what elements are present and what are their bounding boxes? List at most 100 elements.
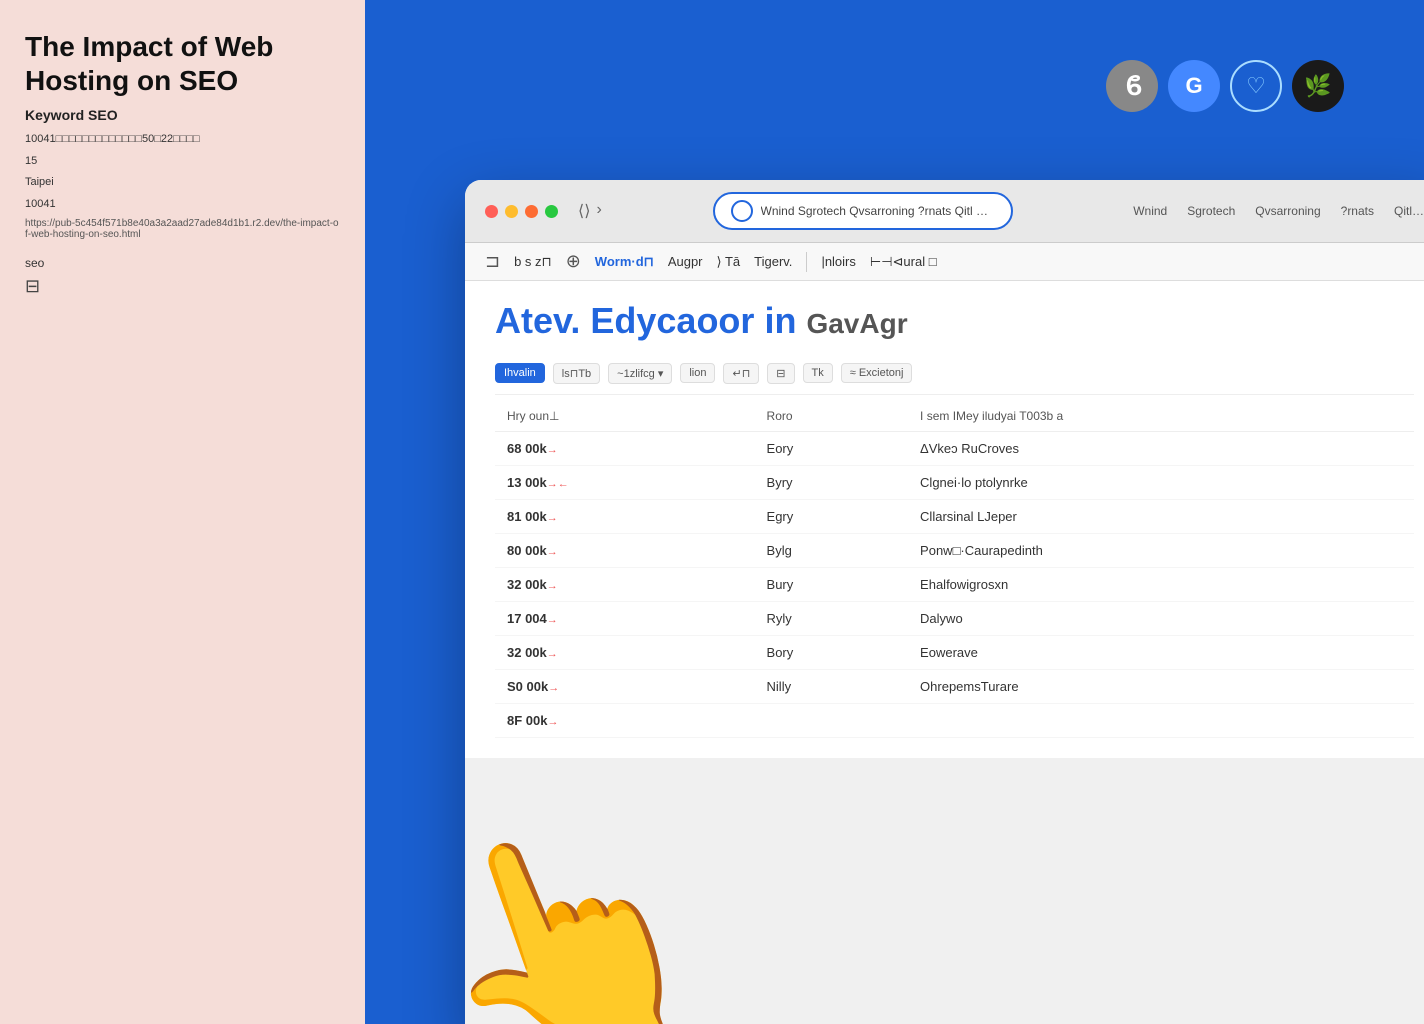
sidebar-subtitle: Keyword SEO xyxy=(25,107,340,123)
cell-num: 68 00k→ xyxy=(495,431,755,465)
data-table: Hry oun⊥ Roro I sem IMey iludyai T003b a… xyxy=(495,401,1414,738)
col-header-desc: I sem IMey iludyai T003b a xyxy=(908,401,1414,432)
table-header-row: Hry oun⊥ Roro I sem IMey iludyai T003b a xyxy=(495,401,1414,432)
tab-nav-3: Qvsarroning xyxy=(1255,204,1320,218)
toolbar-icon-2[interactable]: ⊕ xyxy=(566,251,581,272)
table-row: 32 00k→ Bury Ehalfowigrosxn xyxy=(495,567,1414,601)
sidebar-meta-line2: 15 xyxy=(25,153,340,171)
page-heading-part2: Edycaoor xyxy=(590,300,754,341)
table-row: 81 00k→ Egry Cllarsinal LJeper xyxy=(495,499,1414,533)
toolbar-tiger[interactable]: Tigerv. xyxy=(754,254,792,269)
toolbar-nloirs[interactable]: |nloirs xyxy=(821,254,855,269)
cell-num: 32 00k→ xyxy=(495,635,755,669)
cell-num: S0 00k→ xyxy=(495,669,755,703)
cell-col3: Ponw□·Caurapedinth xyxy=(908,533,1414,567)
tab-nav-2: Sgrotech xyxy=(1187,204,1235,218)
cell-col2: Eory xyxy=(755,431,909,465)
cell-col3: Cllarsinal LJeper xyxy=(908,499,1414,533)
toolbar-label-1[interactable]: b s z⊓ xyxy=(514,254,552,270)
traffic-dot-red[interactable] xyxy=(485,205,498,218)
browser-toolbar: ⊐ b s z⊓ ⊕ Worm·d⊓ Augpr ⟩ Tā Tigerv. |n… xyxy=(465,243,1424,281)
cell-col3: Ehalfowigrosxn xyxy=(908,567,1414,601)
filter-tab-enter[interactable]: ↵⊓ xyxy=(723,363,759,384)
nav-forward[interactable]: › xyxy=(596,201,601,221)
cell-col2: Nilly xyxy=(755,669,909,703)
cell-col3: Dalywo xyxy=(908,601,1414,635)
table-row: 13 00k→← Byry Clgnei·lo ptolynrke xyxy=(495,465,1414,499)
sidebar-meta-line1: 10041□□□□□□□□□□□□□50□22□□□□ xyxy=(25,131,340,149)
filter-tab-lstb[interactable]: ls⊓Tb xyxy=(553,363,600,384)
cell-col2: Bury xyxy=(755,567,909,601)
browser-chrome: ⟨⟩ › Wnind Sgrotech Qvsarroning ?rnats Q… xyxy=(465,180,1424,243)
sidebar-title: The Impact of Web Hosting on SEO xyxy=(25,30,340,97)
cell-col2: Ryly xyxy=(755,601,909,635)
cell-col3 xyxy=(908,703,1414,737)
page-heading: Atev. Edycaoor in GavAgr xyxy=(495,301,1414,341)
filter-tab-lion[interactable]: lion xyxy=(680,363,715,383)
filter-tab-box[interactable]: ⊟ xyxy=(767,363,794,384)
toolbar-separator xyxy=(806,252,807,272)
filter-tab-tk[interactable]: Tk xyxy=(803,363,833,383)
top-icon-2: G xyxy=(1168,60,1220,112)
filter-tab-dropdown[interactable]: ~1zlifcg ▾ xyxy=(608,363,672,384)
tab-nav-4: ?rnats xyxy=(1341,204,1374,218)
toolbar-ural[interactable]: ⊢⊣⊲ural □ xyxy=(870,254,937,270)
cell-col3: ΔVkeɔ RuCroves xyxy=(908,431,1414,465)
cell-num: 13 00k→← xyxy=(495,465,755,499)
filter-row: Ihvalin ls⊓Tb ~1zlifcg ▾ lion ↵⊓ ⊟ Tk ≈ … xyxy=(495,357,1414,395)
page-heading-suffix: GavAgr xyxy=(806,308,907,339)
nav-arrows[interactable]: ⟨⟩ › xyxy=(578,201,602,221)
sidebar-url[interactable]: https://pub-5c454f571b8e40a3a2aad27ade84… xyxy=(25,218,340,240)
cell-col3: Clgnei·lo ptolynrke xyxy=(908,465,1414,499)
traffic-lights xyxy=(485,205,558,218)
filter-tab-invalid[interactable]: Ihvalin xyxy=(495,363,545,383)
cell-num: 80 00k→ xyxy=(495,533,755,567)
table-row: 8F 00k→ xyxy=(495,703,1414,737)
top-icon-3: ♡ xyxy=(1230,60,1282,112)
address-text: Wnind Sgrotech Qvsarroning ?rnats Qitl … xyxy=(761,204,988,218)
traffic-dot-yellow[interactable] xyxy=(505,205,518,218)
col-header-num: Hry oun⊥ xyxy=(495,401,755,432)
top-icon-1: ϐ xyxy=(1106,60,1158,112)
table-row: 80 00k→ Bylg Ponw□·Caurapedinth xyxy=(495,533,1414,567)
filter-tab-exc[interactable]: ≈ Excietonj xyxy=(841,363,913,383)
browser-tabs-nav: Wnind Sgrotech Qvsarroning ?rnats Qitl… xyxy=(1133,204,1424,218)
sidebar-tag: seo xyxy=(25,256,340,270)
col-header-roro: Roro xyxy=(755,401,909,432)
cell-col3: Eowerave xyxy=(908,635,1414,669)
cell-col2: Egry xyxy=(755,499,909,533)
traffic-dot-green[interactable] xyxy=(545,205,558,218)
top-icons-group: ϐ G ♡ 🌿 xyxy=(1106,60,1344,112)
sidebar-meta-zip: 10041 xyxy=(25,196,340,214)
table-row: 32 00k→ Bory Eowerave xyxy=(495,635,1414,669)
cell-num: 81 00k→ xyxy=(495,499,755,533)
toolbar-augpr[interactable]: Augpr xyxy=(668,254,703,269)
sidebar-icon: ⊟ xyxy=(25,276,340,297)
main-area: ϐ G ♡ 🌿 ⟨⟩ › Wnind Sg xyxy=(365,0,1424,1024)
cell-num: 17 004→ xyxy=(495,601,755,635)
table-row: 68 00k→ Eory ΔVkeɔ RuCroves xyxy=(495,431,1414,465)
toolbar-worm[interactable]: Worm·d⊓ xyxy=(595,254,654,270)
table-row: 17 004→ Ryly Dalywo xyxy=(495,601,1414,635)
table-row: S0 00k→ Nilly OhrepemsTurare xyxy=(495,669,1414,703)
sidebar: The Impact of Web Hosting on SEO Keyword… xyxy=(0,0,365,1024)
address-bar[interactable]: Wnind Sgrotech Qvsarroning ?rnats Qitl … xyxy=(713,192,1013,230)
cell-col2: Byry xyxy=(755,465,909,499)
top-icon-4: 🌿 xyxy=(1292,60,1344,112)
cell-col3: OhrepemsTurare xyxy=(908,669,1414,703)
tab-nav-5: Qitl… xyxy=(1394,204,1424,218)
cell-col2 xyxy=(755,703,909,737)
traffic-dot-orange[interactable] xyxy=(525,205,538,218)
cell-col2: Bory xyxy=(755,635,909,669)
nav-back[interactable]: ⟨⟩ xyxy=(578,201,590,221)
toolbar-icon-1[interactable]: ⊐ xyxy=(485,251,500,272)
cell-num: 32 00k→ xyxy=(495,567,755,601)
page-heading-part3: in xyxy=(764,300,806,341)
address-circle-icon xyxy=(731,200,753,222)
cell-num: 8F 00k→ xyxy=(495,703,755,737)
browser-content: Atev. Edycaoor in GavAgr Ihvalin ls⊓Tb ~… xyxy=(465,281,1424,758)
tab-nav-1: Wnind xyxy=(1133,204,1167,218)
cell-col2: Bylg xyxy=(755,533,909,567)
sidebar-meta-city: Taipei xyxy=(25,174,340,192)
toolbar-ta[interactable]: ⟩ Tā xyxy=(717,254,741,270)
